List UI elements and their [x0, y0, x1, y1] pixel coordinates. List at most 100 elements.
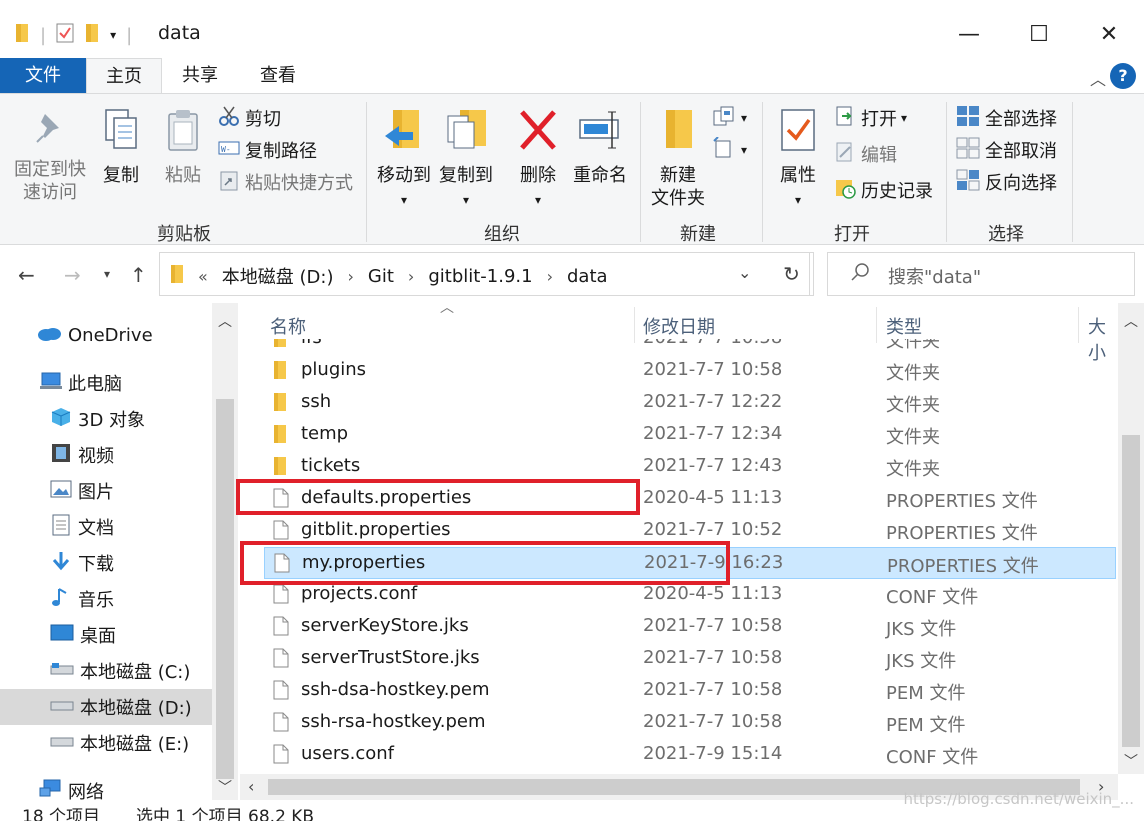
copy-path-button[interactable]: W- 复制路径 [218, 136, 317, 164]
table-row[interactable]: serverKeyStore.jks 2021-7-7 10:58 JKS 文件 [264, 611, 1116, 643]
forward-arrow-icon[interactable]: → [64, 263, 81, 287]
table-row[interactable]: users.conf 2021-7-9 15:14 CONF 文件 [264, 739, 1116, 771]
chevron-right-icon[interactable]: › [408, 267, 414, 286]
nav-item-pictures[interactable]: 图片 [0, 473, 212, 509]
nav-item-label: 本地磁盘 (E:) [80, 734, 190, 755]
select-none-button[interactable]: 全部取消 [956, 136, 1057, 164]
nav-item-documents[interactable]: 文档 [0, 509, 212, 545]
help-icon[interactable]: ? [1110, 63, 1136, 89]
copy-to-button[interactable]: 复制到 ▾ [436, 108, 496, 212]
copy-button[interactable]: 复制 [96, 108, 146, 187]
open-button[interactable]: 打开 ▾ [834, 104, 907, 132]
file-name: temp [301, 423, 349, 444]
table-row[interactable]: plugins 2021-7-7 10:58 文件夹 [264, 355, 1116, 387]
nav-item-drive-e[interactable]: 本地磁盘 (E:) [0, 725, 212, 761]
recent-locations-icon[interactable]: ▾ [104, 267, 110, 281]
nav-item-videos[interactable]: 视频 [0, 437, 212, 473]
scroll-down-icon[interactable]: ﹀ [1124, 751, 1138, 771]
selection-info: 选中 1 个项目 68.2 KB [136, 807, 315, 821]
breadcrumb-item[interactable]: data [567, 266, 608, 287]
chevron-down-icon[interactable]: ⌄ [738, 263, 751, 282]
ribbon-separator [366, 102, 367, 242]
new-item-button[interactable]: ▾ [712, 104, 747, 132]
scroll-up-icon[interactable]: ︿ [1124, 311, 1138, 331]
scroll-up-icon[interactable]: ︿ [218, 311, 232, 331]
new-folder-icon [648, 108, 708, 158]
properties-icon[interactable] [56, 22, 74, 49]
search-box[interactable]: 搜索"data" [827, 252, 1135, 296]
move-to-button[interactable]: 移动到 ▾ [374, 108, 434, 212]
table-row[interactable]: temp 2021-7-7 12:34 文件夹 [264, 419, 1116, 451]
select-all-button[interactable]: 全部选择 [956, 104, 1057, 132]
nav-item-downloads[interactable]: 下载 [0, 545, 212, 581]
up-arrow-icon[interactable]: ↑ [130, 263, 147, 287]
tab-file[interactable]: 文件 [0, 58, 86, 94]
nav-item-desktop[interactable]: 桌面 [0, 617, 212, 653]
column-divider[interactable] [634, 307, 635, 343]
minimize-button[interactable]: — [934, 10, 1004, 58]
tab-share[interactable]: 共享 [166, 58, 234, 94]
table-row[interactable]: ssh 2021-7-7 12:22 文件夹 [264, 387, 1116, 419]
scroll-down-icon[interactable]: ﹀ [218, 777, 232, 797]
collapse-ribbon-icon[interactable]: ︿ [1090, 66, 1106, 90]
file-date: 2021-7-7 10:52 [643, 519, 783, 540]
nav-item-3d-objects[interactable]: 3D 对象 [0, 401, 212, 437]
ribbon: 固定到快 速访问 复制 粘贴 剪切 W- 复制路径 粘贴快捷方式 剪贴板 移动到… [0, 93, 1144, 245]
table-row[interactable]: ssh-dsa-hostkey.pem 2021-7-7 10:58 PEM 文件 [264, 675, 1116, 707]
nav-item-drive-c[interactable]: 本地磁盘 (C:) [0, 653, 212, 689]
table-row[interactable]: ssh-rsa-hostkey.pem 2021-7-7 10:58 PEM 文件 [264, 707, 1116, 739]
nav-item-network[interactable]: 网络 [0, 773, 212, 800]
ribbon-separator [946, 102, 947, 242]
new-folder-button[interactable]: 新建 文件夹 [648, 108, 708, 210]
scroll-left-icon[interactable]: ‹ [248, 777, 254, 796]
nav-item-music[interactable]: 音乐 [0, 581, 212, 617]
group-label-open: 打开 [834, 224, 870, 245]
properties-button[interactable]: 属性 ▾ [770, 108, 826, 212]
nav-item-drive-d[interactable]: 本地磁盘 (D:) [0, 689, 212, 725]
table-row[interactable]: serverTrustStore.jks 2021-7-7 10:58 JKS 文件 [264, 643, 1116, 675]
edit-button[interactable]: 编辑 [834, 140, 897, 168]
column-divider[interactable] [876, 307, 877, 343]
nav-scrollbar[interactable]: ︿ ﹀ [212, 303, 238, 800]
list-vertical-scrollbar[interactable]: ︿ ﹀ [1118, 303, 1144, 774]
list-item[interactable]: lfs 2021-7-7 10:58 文件夹 [264, 339, 1116, 355]
customize-qat-icon[interactable]: ▾ [110, 28, 116, 42]
tab-view[interactable]: 查看 [244, 58, 312, 94]
chevron-right-icon[interactable]: › [348, 267, 354, 286]
svg-text:W-: W- [221, 145, 231, 154]
chevron-right-icon[interactable]: › [547, 267, 553, 286]
search-placeholder: 搜索"data" [888, 267, 982, 288]
nav-scroll-thumb[interactable] [216, 399, 234, 779]
rename-button[interactable]: 重命名 [570, 108, 630, 187]
nav-item-onedrive[interactable]: OneDrive [0, 317, 212, 353]
column-header-date[interactable]: 修改日期 [643, 313, 715, 339]
column-header-name[interactable]: 名称 [270, 313, 306, 339]
maximize-button[interactable]: ☐ [1004, 10, 1074, 58]
drive-icon [50, 733, 74, 754]
breadcrumb-overflow[interactable]: « [198, 267, 208, 286]
list-scroll-thumb[interactable] [1122, 435, 1140, 747]
breadcrumb-item[interactable]: gitblit-1.9.1 [428, 266, 532, 287]
breadcrumb-item[interactable]: Git [368, 266, 394, 287]
file-date: 2021-7-7 10:58 [643, 359, 783, 380]
select-all-label: 全部选择 [985, 109, 1057, 130]
column-divider[interactable] [1078, 307, 1079, 343]
paste-shortcut-button[interactable]: 粘贴快捷方式 [218, 168, 353, 196]
refresh-button[interactable]: ↻ [770, 252, 814, 296]
back-arrow-icon[interactable]: ← [18, 263, 35, 287]
breadcrumb-item[interactable]: 本地磁盘 (D:) [222, 263, 334, 289]
delete-button[interactable]: 删除 ▾ [510, 108, 566, 212]
pin-quick-access-button[interactable]: 固定到快 速访问 [10, 110, 90, 204]
tab-home[interactable]: 主页 [86, 58, 162, 94]
cut-button[interactable]: 剪切 [218, 104, 281, 132]
close-button[interactable]: ✕ [1074, 10, 1144, 58]
easy-access-button[interactable]: ▾ [712, 135, 747, 164]
invert-selection-button[interactable]: 反向选择 [956, 168, 1057, 196]
column-header-type[interactable]: 类型 [886, 313, 922, 339]
history-button[interactable]: 历史记录 [834, 176, 933, 204]
paste-label: 粘贴 [165, 165, 201, 186]
address-bar[interactable]: « 本地磁盘 (D:) › Git › gitblit-1.9.1 › data… [159, 252, 810, 296]
nav-item-this-pc[interactable]: 此电脑 [0, 365, 212, 401]
paste-button[interactable]: 粘贴 [158, 108, 208, 187]
new-folder-icon[interactable] [84, 22, 100, 49]
